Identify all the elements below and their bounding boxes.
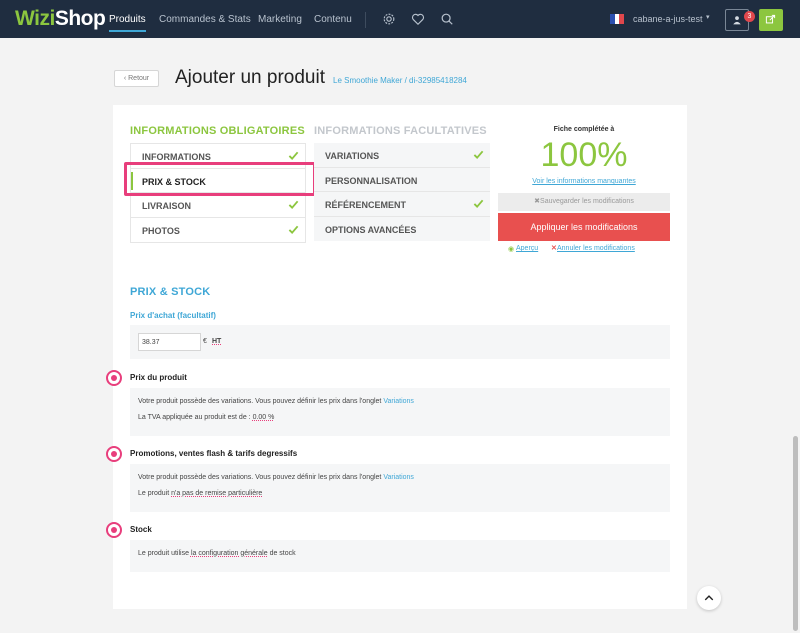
wizishop-logo[interactable]: WiziShop [15,7,106,31]
missing-info-link[interactable]: Voir les informations manquantes [498,178,670,185]
notification-badge: 3 [744,11,755,22]
nav-divider [365,12,366,28]
close-icon: ✕ [551,245,557,252]
eye-icon: ◉ [508,246,515,253]
tab-referencement[interactable]: RÉFÉRENCEMENT [314,192,490,217]
nav-item-marketing[interactable]: Marketing [258,14,302,25]
external-link-icon [765,14,776,24]
variations-link[interactable]: Variations [383,474,414,481]
chevron-down-icon: ▾ [706,14,710,21]
tab-livraison[interactable]: LIVRAISON [131,193,305,218]
completion-percent: 100% [540,136,628,174]
help-pin-icon[interactable] [106,522,122,538]
product-reference: Le Smoothie Maker / di-32985418284 [333,76,467,85]
checkmark-icon [473,150,484,160]
optional-info-heading: INFORMATIONS FACULTATIVES [314,125,487,137]
cancel-link[interactable]: Annuler les modifications [557,245,635,252]
view-shop-button[interactable] [759,9,783,31]
price-variations-text: Votre produit possède des variations. Vo… [138,398,414,405]
checkmark-icon [288,225,299,234]
price-heading: Prix du produit [130,373,187,382]
completion-label: Fiche complétée à [553,126,615,133]
page-title: Ajouter un produit [175,67,325,88]
stock-text: Le produit utilise la configuration géné… [138,550,296,557]
promotions-panel [130,464,670,512]
discount-value[interactable]: n'a pas de remise particulière [171,490,262,497]
chevron-up-icon [704,595,714,601]
stock-heading: Stock [130,525,152,534]
french-flag-icon[interactable] [610,14,625,24]
section-title: PRIX & STOCK [130,286,211,298]
nav-item-commandes-stats[interactable]: Commandes & Stats [159,14,251,25]
vat-value[interactable]: 0.00 % [253,414,275,421]
help-pin-icon[interactable] [106,446,122,462]
stock-config-value[interactable]: la configuration générale [191,550,268,557]
nav-item-produits[interactable]: Produits [109,14,146,32]
apply-button[interactable]: Appliquer les modifications [498,213,670,241]
heart-icon[interactable] [411,12,425,26]
discount-text: Le produit n'a pas de remise particulièr… [138,490,263,497]
purchase-price-input[interactable] [138,333,201,351]
tab-variations[interactable]: VARIATIONS [314,143,490,168]
price-panel [130,388,670,436]
back-button[interactable]: ‹ Retour [114,70,159,87]
active-tab-highlight [124,162,316,196]
search-icon[interactable] [440,12,454,26]
tab-personnalisation[interactable]: PERSONNALISATION [314,168,490,192]
scroll-to-top-button[interactable] [697,586,721,610]
purchase-price-label: Prix d'achat (facultatif) [130,311,216,320]
checkmark-icon [473,199,484,209]
gear-icon[interactable] [382,12,396,26]
purchase-price-panel [130,325,670,359]
tax-suffix: HT [212,338,222,345]
shop-selector[interactable]: cabane-a-jus-test [633,14,703,24]
tab-options-avancees[interactable]: OPTIONS AVANCÉES [314,217,490,242]
user-icon [733,16,741,25]
checkmark-icon [288,200,299,210]
tab-photos[interactable]: PHOTOS [131,218,305,243]
variations-link[interactable]: Variations [383,398,414,405]
currency-symbol: € [203,338,207,345]
promotions-heading: Promotions, ventes flash & tarifs degres… [130,449,298,458]
checkmark-icon [288,151,299,161]
save-button[interactable]: ✖Sauvegarder les modifications [498,193,670,211]
required-info-heading: INFORMATIONS OBLIGATOIRES [130,125,305,137]
help-pin-icon[interactable] [106,370,122,386]
nav-item-contenu[interactable]: Contenu [314,14,352,25]
optional-tabs: VARIATIONS PERSONNALISATION RÉFÉRENCEMEN… [314,143,490,241]
preview-link[interactable]: Aperçu [516,245,538,252]
vat-text: La TVA appliquée au produit est de : 0.0… [138,414,275,421]
scrollbar-thumb[interactable] [793,436,798,631]
promotions-variations-text: Votre produit possède des variations. Vo… [138,474,414,481]
